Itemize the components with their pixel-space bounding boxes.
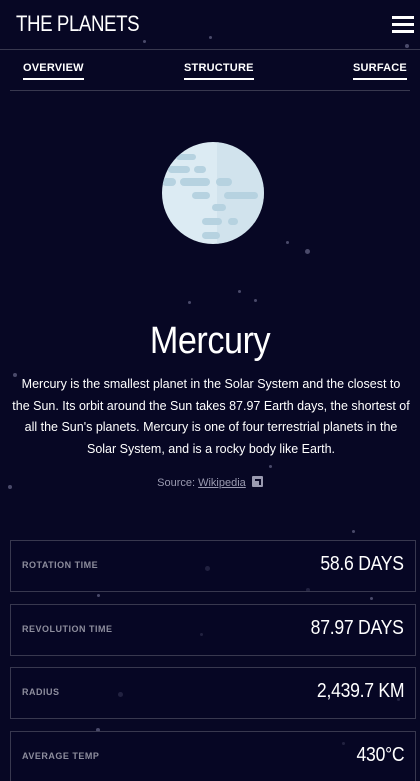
stat-rotation-time: ROTATION TIME 58.6 DAYS [10, 540, 416, 592]
stat-average-temp: AVERAGE TEMP 430°C [10, 731, 416, 781]
stat-value: 87.97 DAYS [311, 617, 404, 639]
stat-label: REVOLUTION TIME [22, 624, 113, 634]
external-link-icon[interactable] [251, 476, 263, 487]
stat-radius: RADIUS 2,439.7 KM [10, 667, 416, 719]
site-logo[interactable]: THE PLANETS [16, 11, 140, 37]
stat-revolution-time: REVOLUTION TIME 87.97 DAYS [10, 604, 416, 656]
tab-surface[interactable]: SURFACE [353, 62, 407, 80]
stat-value: 430°C [356, 744, 404, 766]
site-header: THE PLANETS [0, 0, 420, 50]
source-prefix: Source: [157, 477, 196, 489]
stat-label: ROTATION TIME [22, 560, 99, 570]
mercury-planet-image [162, 142, 264, 244]
stat-value: 2,439.7 KM [316, 680, 405, 702]
planet-name: Mercury [149, 320, 271, 362]
stat-label: RADIUS [22, 687, 60, 697]
hamburger-menu-icon[interactable] [392, 16, 414, 34]
source-link[interactable]: Wikipedia [198, 477, 246, 489]
planet-description: Mercury is the smallest planet in the So… [12, 377, 410, 456]
planet-tabs: OVERVIEW STRUCTURE SURFACE [10, 50, 410, 91]
stat-label: AVERAGE TEMP [22, 751, 100, 761]
tab-overview[interactable]: OVERVIEW [23, 62, 84, 80]
source-line: Source: Wikipedia [0, 476, 420, 489]
tab-structure[interactable]: STRUCTURE [184, 62, 254, 80]
stat-value: 58.6 DAYS [320, 553, 405, 575]
